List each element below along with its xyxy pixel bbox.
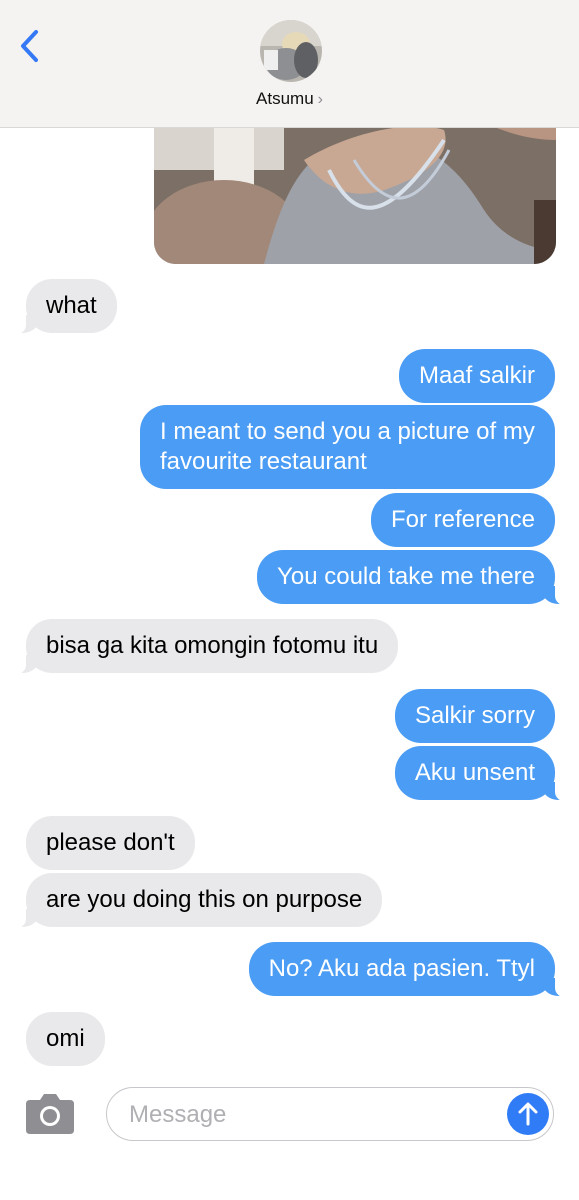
- message-placeholder: Message: [129, 1101, 227, 1128]
- message-outgoing[interactable]: Salkir sorry: [394, 689, 555, 743]
- message-incoming[interactable]: omi: [26, 1012, 105, 1066]
- message-outgoing[interactable]: No? Aku ada pasien. Ttyl: [248, 942, 579, 998]
- arrow-up-icon: [518, 1102, 538, 1126]
- camera-icon: [26, 1094, 74, 1134]
- message-input[interactable]: Message: [106, 1087, 554, 1141]
- contact-name-row[interactable]: Atsumu ›: [0, 89, 579, 109]
- message-incoming[interactable]: what: [2, 279, 117, 335]
- camera-button[interactable]: [24, 1094, 76, 1136]
- message-outgoing[interactable]: For reference: [370, 493, 555, 547]
- message-outgoing[interactable]: Aku unsent: [394, 746, 579, 802]
- message-incoming[interactable]: are you doing this on purpose: [1, 873, 383, 929]
- message-incoming[interactable]: bisa ga kita omongin fotomu itu: [1, 619, 399, 675]
- chevron-right-icon: ›: [317, 91, 323, 108]
- message-incoming[interactable]: please don't: [26, 816, 195, 870]
- conversation-header: Atsumu ›: [0, 0, 579, 128]
- message-outgoing[interactable]: Maaf salkir: [398, 349, 555, 403]
- contact-name: Atsumu: [256, 89, 314, 108]
- send-button[interactable]: [507, 1093, 549, 1135]
- chevron-left-icon: [21, 30, 38, 62]
- back-button[interactable]: [14, 26, 50, 66]
- contact-avatar[interactable]: [260, 20, 322, 82]
- message-outgoing[interactable]: You could take me there: [257, 550, 579, 606]
- message-outgoing[interactable]: I meant to send you a picture of my favo…: [140, 405, 555, 489]
